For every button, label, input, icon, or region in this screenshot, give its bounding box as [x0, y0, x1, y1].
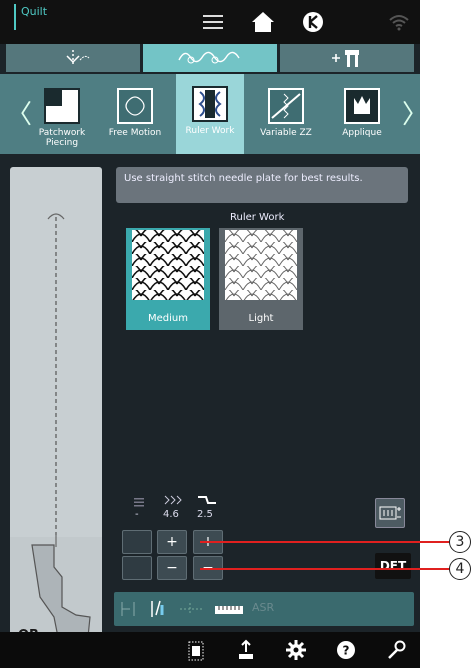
- technique-row: 〈 Patchwork Piecing Free Motion Ruler Wo…: [0, 74, 420, 154]
- option-label: Light: [248, 313, 274, 324]
- top-bar: Quilt: [0, 0, 420, 44]
- scallop-medium-icon: [132, 230, 204, 300]
- variable-zz-icon: [268, 88, 304, 124]
- svg-text:?: ?: [343, 644, 350, 658]
- stitch-options-row: ASR: [114, 592, 414, 626]
- patchwork-icon: [44, 88, 80, 124]
- technique-patchwork[interactable]: Patchwork Piecing: [28, 80, 96, 150]
- stitch-pattern-icon[interactable]: [186, 640, 206, 666]
- callout-3: 3: [449, 531, 471, 553]
- callout-4: 4: [449, 558, 471, 580]
- technique-label: Ruler Work: [185, 126, 235, 136]
- free-stitch-icon: [66, 50, 90, 66]
- technique-label: Free Motion: [108, 128, 162, 138]
- option-medium[interactable]: Medium: [126, 228, 210, 330]
- technique-label: Applique: [342, 128, 382, 138]
- scroll-right-icon[interactable]: 〉: [402, 94, 420, 131]
- jumpstart-icon[interactable]: [300, 9, 326, 35]
- stitch-direction-icon[interactable]: [178, 600, 204, 622]
- wifi-icon: [386, 9, 412, 35]
- tools-icon[interactable]: [385, 639, 407, 665]
- info-message: Use straight stitch needle plate for bes…: [116, 167, 408, 203]
- tab-add-foot[interactable]: [280, 44, 414, 72]
- technique-label: Variable ZZ: [260, 128, 312, 138]
- callout-line-3: [200, 541, 450, 543]
- free-motion-icon: [117, 88, 153, 124]
- option-light[interactable]: Light: [219, 228, 303, 330]
- add-foot-icon: [332, 50, 359, 67]
- length-value: 2.5: [197, 509, 213, 520]
- help-icon[interactable]: ?: [335, 639, 357, 665]
- category-tabs: [6, 44, 414, 72]
- ruler-work-icon: [192, 86, 228, 122]
- density-minus-button[interactable]: −: [157, 556, 187, 580]
- decorative-stitch-icon: [178, 51, 240, 64]
- balance-icon: [379, 506, 401, 520]
- needle-position-icon[interactable]: [148, 597, 170, 625]
- menu-icon[interactable]: [200, 9, 226, 35]
- technique-free-motion[interactable]: Free Motion: [101, 80, 169, 150]
- scallop-light-icon: [225, 230, 297, 300]
- density-plus-button[interactable]: +: [157, 530, 187, 554]
- option-label: Medium: [148, 313, 188, 324]
- mode-label[interactable]: Quilt: [14, 4, 47, 30]
- ruler-work-title: Ruler Work: [230, 212, 285, 223]
- balance-button[interactable]: [375, 498, 405, 528]
- technique-applique[interactable]: Applique: [328, 80, 396, 150]
- stitch-preview-icon: [10, 213, 102, 655]
- technique-ruler-work[interactable]: Ruler Work: [176, 74, 244, 154]
- tab-decorative-stitch[interactable]: [143, 44, 277, 72]
- width-minus-button[interactable]: [122, 556, 152, 580]
- settings-icon[interactable]: [285, 639, 307, 665]
- bottom-toolbar: ?: [0, 632, 420, 668]
- callout-line-4: [200, 568, 450, 570]
- dft-button[interactable]: DFT: [375, 553, 411, 579]
- tab-free-stitch[interactable]: [6, 44, 140, 72]
- ruler-icon[interactable]: [214, 602, 244, 621]
- width-value: -: [135, 509, 139, 520]
- technique-variable-zz[interactable]: Variable ZZ: [252, 80, 320, 150]
- technique-label: Patchwork Piecing: [38, 128, 86, 148]
- stitch-preview-panel: QR: [10, 167, 102, 655]
- applique-icon: [344, 88, 380, 124]
- home-icon[interactable]: [250, 9, 276, 35]
- export-icon[interactable]: [236, 639, 256, 665]
- width-plus-button[interactable]: [122, 530, 152, 554]
- mirror-icon[interactable]: [120, 600, 142, 622]
- density-value: 4.6: [163, 509, 179, 520]
- asr-label[interactable]: ASR: [252, 601, 274, 614]
